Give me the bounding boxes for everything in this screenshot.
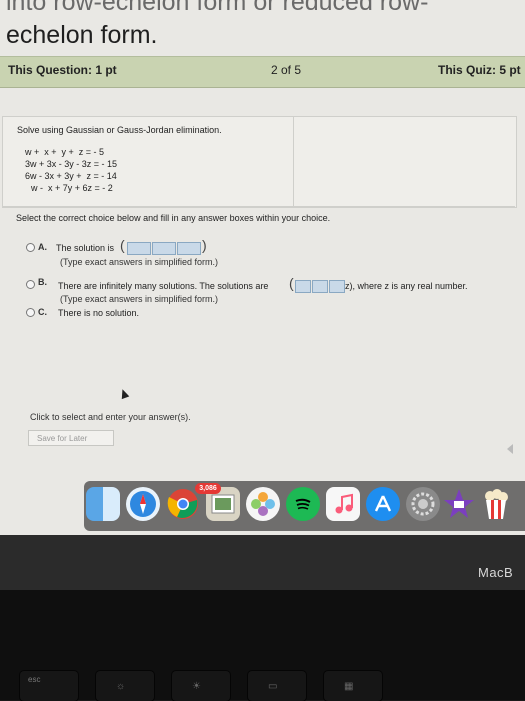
popcorn-icon[interactable] bbox=[479, 487, 513, 521]
music-icon[interactable] bbox=[326, 487, 360, 521]
choice-c-text[interactable]: There is no solution. bbox=[58, 308, 139, 318]
choice-a-close-paren: ) bbox=[202, 237, 207, 253]
equation-2: 3w + 3x - 3y - 3z = - 15 bbox=[25, 159, 118, 169]
mouse-pointer-icon bbox=[118, 387, 130, 400]
heading-line-2: echelon form. bbox=[6, 21, 158, 49]
choice-b-radio[interactable] bbox=[26, 280, 35, 289]
choice-c-radio[interactable] bbox=[26, 308, 35, 317]
choice-a-answer-box-3[interactable] bbox=[177, 242, 201, 255]
choice-a-answer-box-1[interactable] bbox=[127, 242, 151, 255]
launchpad-icon: ▦ bbox=[344, 681, 354, 692]
choice-a-answer-box-2[interactable] bbox=[152, 242, 176, 255]
click-to-select-prompt: Click to select and enter your answer(s)… bbox=[30, 412, 191, 422]
equation-4: w - x + 7y + 6z = - 2 bbox=[31, 183, 113, 193]
app-store-icon[interactable] bbox=[366, 487, 400, 521]
select-prompt: Select the correct choice below and fill… bbox=[16, 213, 331, 223]
brightness-down-key[interactable]: ☼ bbox=[96, 671, 154, 701]
choice-b-open-paren: ( bbox=[289, 275, 294, 291]
heading-line-1: into row-echelon form or reduced row- bbox=[6, 0, 429, 16]
choice-c-letter: C. bbox=[38, 307, 47, 317]
brightness-up-key[interactable]: ☀ bbox=[172, 671, 230, 701]
choice-a-hint: (Type exact answers in simplified form.) bbox=[60, 257, 219, 267]
choice-b-suffix: z), where z is any real number. bbox=[345, 281, 468, 291]
laptop-brand-label: MacB bbox=[478, 565, 514, 580]
next-arrow-icon[interactable] bbox=[507, 444, 513, 454]
choice-b-answer-box-3[interactable] bbox=[329, 280, 345, 293]
choice-a-open-paren: ( bbox=[120, 237, 125, 253]
dock bbox=[84, 481, 525, 531]
safari-icon[interactable] bbox=[126, 487, 160, 521]
launchpad-key[interactable]: ▦ bbox=[324, 671, 382, 701]
problem-panel: Solve using Gaussian or Gauss-Jordan eli… bbox=[2, 116, 517, 208]
choice-b-answer-box-2[interactable] bbox=[312, 280, 328, 293]
mission-control-icon: ▭ bbox=[268, 681, 278, 692]
choice-a-text[interactable]: The solution is bbox=[56, 243, 114, 253]
this-question-label: This Question: 1 pt bbox=[8, 63, 117, 77]
notification-badge: 3,086 bbox=[195, 483, 221, 494]
laptop-bezel: MacB bbox=[0, 535, 525, 590]
chrome-icon[interactable] bbox=[166, 487, 200, 521]
equation-3: 6w - 3x + 3y + z = - 14 bbox=[25, 171, 117, 181]
imovie-icon[interactable] bbox=[442, 487, 476, 521]
photos-icon[interactable] bbox=[246, 487, 280, 521]
browser-screen: into row-echelon form or reduced row- ec… bbox=[0, 0, 525, 535]
save-for-later-button[interactable]: Save for Later bbox=[28, 430, 114, 446]
system-preferences-icon[interactable] bbox=[406, 487, 440, 521]
mission-control-key[interactable]: ▭ bbox=[248, 671, 306, 701]
equation-1: w + x + y + z = - 5 bbox=[25, 147, 105, 157]
page-heading: into row-echelon form or reduced row- ec… bbox=[6, 0, 428, 52]
problem-instruction: Solve using Gaussian or Gauss-Jordan eli… bbox=[17, 125, 222, 135]
question-position: 2 of 5 bbox=[271, 63, 302, 77]
brightness-high-icon: ☀ bbox=[192, 681, 201, 692]
choice-b-letter: B. bbox=[38, 277, 47, 287]
this-quiz-label: This Quiz: 5 pt bbox=[438, 63, 521, 77]
esc-key-label: esc bbox=[28, 675, 41, 684]
choice-a-letter: A. bbox=[38, 242, 47, 252]
question-bar: This Question: 1 pt 2 of 5 This Quiz: 5 … bbox=[0, 56, 525, 88]
spotify-icon[interactable] bbox=[286, 487, 320, 521]
brightness-low-icon: ☼ bbox=[116, 681, 126, 692]
esc-key[interactable]: esc bbox=[20, 671, 78, 701]
section-divider bbox=[2, 206, 515, 207]
choice-b-hint: (Type exact answers in simplified form.) bbox=[60, 294, 219, 304]
choice-b-text[interactable]: There are infinitely many solutions. The… bbox=[58, 281, 268, 291]
panel-divider bbox=[293, 117, 294, 207]
choice-b-answer-box-1[interactable] bbox=[295, 280, 311, 293]
choice-a-radio[interactable] bbox=[26, 243, 35, 252]
finder-icon[interactable] bbox=[86, 487, 120, 521]
